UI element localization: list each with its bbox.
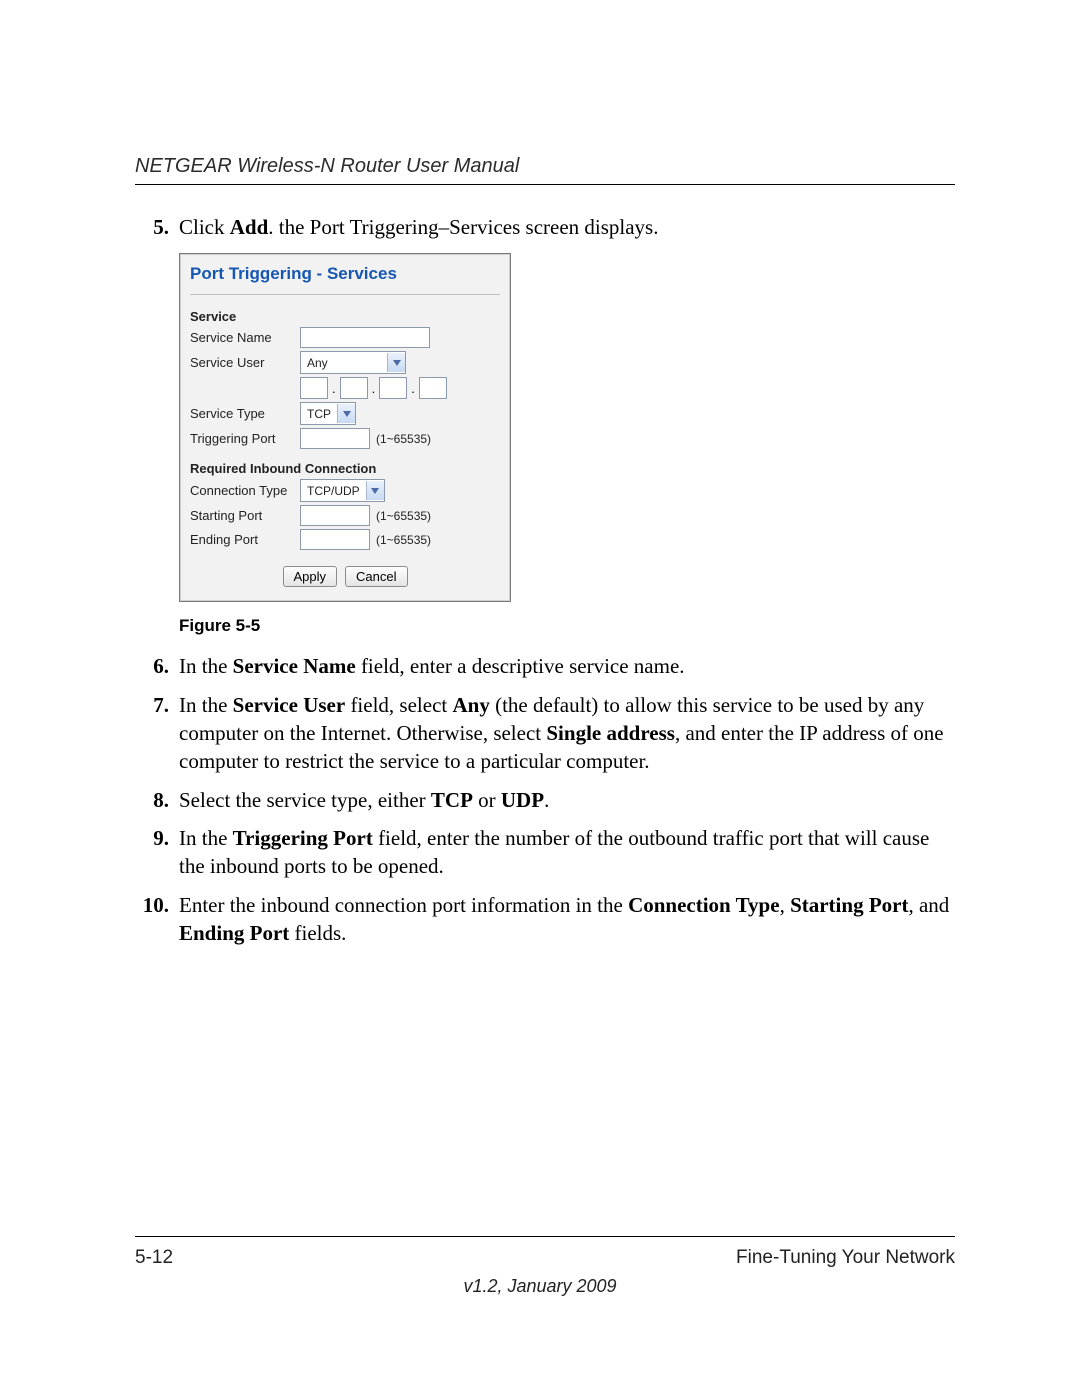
row-service-name: Service Name bbox=[190, 327, 500, 348]
bold: Service Name bbox=[233, 654, 356, 678]
label-service-type: Service Type bbox=[190, 406, 300, 421]
row-service-type: Service Type TCP bbox=[190, 402, 500, 425]
select-value: TCP bbox=[307, 407, 331, 421]
service-user-select[interactable]: Any bbox=[300, 351, 406, 374]
starting-port-input[interactable] bbox=[300, 505, 370, 526]
ip-octet-4[interactable] bbox=[419, 377, 447, 399]
chevron-down-icon bbox=[387, 353, 405, 372]
ip-octet-2[interactable] bbox=[340, 377, 368, 399]
step-text: In the Service Name field, enter a descr… bbox=[179, 652, 955, 680]
text: field, enter a descriptive service name. bbox=[356, 654, 685, 678]
step-5: 5. Click Add. the Port Triggering–Servic… bbox=[135, 213, 955, 241]
step-7: 7. In the Service User field, select Any… bbox=[135, 691, 955, 776]
bold: Service User bbox=[233, 693, 346, 717]
step-number: 6. bbox=[135, 652, 179, 680]
dot: . bbox=[372, 381, 376, 396]
step-text: In the Service User field, select Any (t… bbox=[179, 691, 955, 776]
panel-button-row: Apply Cancel bbox=[190, 566, 500, 587]
text: Enter the inbound connection port inform… bbox=[179, 893, 628, 917]
step-10: 10. Enter the inbound connection port in… bbox=[135, 891, 955, 948]
step-text: Select the service type, either TCP or U… bbox=[179, 786, 955, 814]
dot: . bbox=[411, 381, 415, 396]
text: , and bbox=[908, 893, 949, 917]
step-8: 8. Select the service type, either TCP o… bbox=[135, 786, 955, 814]
label-triggering-port: Triggering Port bbox=[190, 431, 300, 446]
manual-page: NETGEAR Wireless-N Router User Manual 5.… bbox=[0, 0, 1080, 1397]
connection-type-select[interactable]: TCP/UDP bbox=[300, 479, 385, 502]
dot: . bbox=[332, 381, 336, 396]
bold: Starting Port bbox=[790, 893, 908, 917]
text: fields. bbox=[289, 921, 346, 945]
section-service: Service bbox=[190, 309, 500, 324]
step-number: 7. bbox=[135, 691, 179, 776]
text: In the bbox=[179, 693, 233, 717]
text: or bbox=[473, 788, 501, 812]
label-ending-port: Ending Port bbox=[190, 532, 300, 547]
footer-section-title: Fine-Tuning Your Network bbox=[736, 1247, 955, 1269]
service-type-select[interactable]: TCP bbox=[300, 402, 356, 425]
bold: Ending Port bbox=[179, 921, 289, 945]
bold: Any bbox=[452, 693, 489, 717]
chevron-down-icon bbox=[366, 481, 384, 500]
label-connection-type: Connection Type bbox=[190, 483, 300, 498]
select-value: TCP/UDP bbox=[307, 484, 360, 498]
select-value: Any bbox=[307, 356, 328, 370]
text: Select the service type, either bbox=[179, 788, 431, 812]
label-service-user: Service User bbox=[190, 355, 300, 370]
figure-5-5: Port Triggering - Services Service Servi… bbox=[179, 253, 955, 602]
row-service-user: Service User Any bbox=[190, 351, 500, 374]
section-required-inbound: Required Inbound Connection bbox=[190, 461, 500, 476]
step-text: Click Add. the Port Triggering–Services … bbox=[179, 213, 955, 241]
service-name-input[interactable] bbox=[300, 327, 430, 348]
text: In the bbox=[179, 826, 233, 850]
step-text: In the Triggering Port field, enter the … bbox=[179, 824, 955, 881]
chevron-down-icon bbox=[337, 404, 355, 423]
bold-add: Add bbox=[230, 215, 269, 239]
instruction-list: 5. Click Add. the Port Triggering–Servic… bbox=[135, 213, 955, 241]
bold: UDP bbox=[501, 788, 544, 812]
step-9: 9. In the Triggering Port field, enter t… bbox=[135, 824, 955, 881]
ip-octet-1[interactable] bbox=[300, 377, 328, 399]
step-number: 8. bbox=[135, 786, 179, 814]
text: . bbox=[544, 788, 549, 812]
text: Click bbox=[179, 215, 230, 239]
row-starting-port: Starting Port (1~65535) bbox=[190, 505, 500, 526]
port-triggering-panel: Port Triggering - Services Service Servi… bbox=[179, 253, 511, 602]
row-ip-address: . . . bbox=[300, 377, 500, 399]
row-ending-port: Ending Port (1~65535) bbox=[190, 529, 500, 550]
text: . the Port Triggering–Services screen di… bbox=[268, 215, 658, 239]
bold: Single address bbox=[546, 721, 675, 745]
step-number: 5. bbox=[135, 213, 179, 241]
hint-port-range: (1~65535) bbox=[376, 432, 431, 446]
figure-caption: Figure 5-5 bbox=[179, 616, 955, 636]
text: field, select bbox=[345, 693, 452, 717]
row-connection-type: Connection Type TCP/UDP bbox=[190, 479, 500, 502]
ending-port-input[interactable] bbox=[300, 529, 370, 550]
bold: TCP bbox=[431, 788, 473, 812]
label-service-name: Service Name bbox=[190, 330, 300, 345]
footer-page-number: 5-12 bbox=[135, 1247, 173, 1269]
step-6: 6. In the Service Name field, enter a de… bbox=[135, 652, 955, 680]
bold: Connection Type bbox=[628, 893, 780, 917]
ip-octet-3[interactable] bbox=[379, 377, 407, 399]
hint-port-range: (1~65535) bbox=[376, 509, 431, 523]
text: , bbox=[780, 893, 791, 917]
hint-port-range: (1~65535) bbox=[376, 533, 431, 547]
apply-button[interactable]: Apply bbox=[283, 566, 338, 587]
triggering-port-input[interactable] bbox=[300, 428, 370, 449]
text: In the bbox=[179, 654, 233, 678]
instruction-list-continued: 6. In the Service Name field, enter a de… bbox=[135, 652, 955, 947]
footer-rule bbox=[135, 1236, 955, 1237]
step-number: 10. bbox=[135, 891, 179, 948]
step-text: Enter the inbound connection port inform… bbox=[179, 891, 955, 948]
cancel-button[interactable]: Cancel bbox=[345, 566, 407, 587]
step-number: 9. bbox=[135, 824, 179, 881]
panel-title: Port Triggering - Services bbox=[190, 260, 500, 295]
page-footer: 5-12 Fine-Tuning Your Network bbox=[135, 1247, 955, 1269]
label-starting-port: Starting Port bbox=[190, 508, 300, 523]
bold: Triggering Port bbox=[233, 826, 373, 850]
row-triggering-port: Triggering Port (1~65535) bbox=[190, 428, 500, 449]
footer-version: v1.2, January 2009 bbox=[0, 1276, 1080, 1297]
page-header: NETGEAR Wireless-N Router User Manual bbox=[135, 155, 955, 185]
